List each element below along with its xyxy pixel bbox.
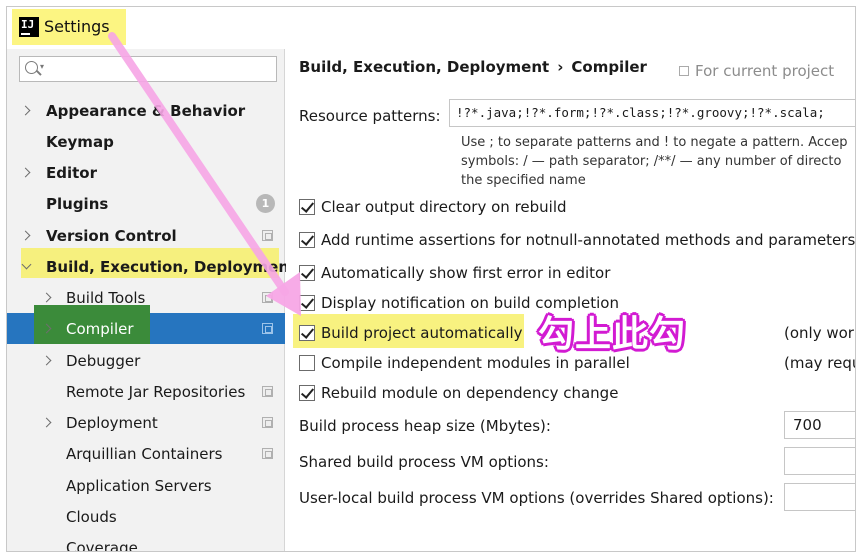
sidebar-item-label: Plugins xyxy=(46,194,109,213)
chevron-right-icon[interactable] xyxy=(42,293,52,303)
checkbox-label: Clear output directory on rebuild xyxy=(321,198,567,216)
for-current-project-label: For current project xyxy=(679,62,834,80)
runtime-assertions-checkbox[interactable] xyxy=(299,232,315,248)
build-automatically-note: (only work xyxy=(784,324,856,342)
sidebar-item-label: Appearance & Behavior xyxy=(46,101,246,120)
breadcrumb: Build, Execution, Deployment › Compiler xyxy=(299,58,647,76)
sidebar-item-label: Build Tools xyxy=(66,288,146,307)
intellij-icon: IJ xyxy=(19,17,39,37)
update-count-badge: 1 xyxy=(256,194,275,213)
checkbox-label: Add runtime assertions for notnull-annot… xyxy=(321,231,856,249)
shared-vm-options-label: Shared build process VM options: xyxy=(299,453,549,471)
annotation-text: 勾上此勾 xyxy=(538,314,687,355)
project-settings-icon xyxy=(262,417,273,428)
project-settings-icon xyxy=(262,230,273,241)
sidebar-item-build-execution-deployment[interactable]: Build, Execution, Deployment xyxy=(7,251,296,282)
chevron-right-icon[interactable] xyxy=(42,324,52,334)
sidebar-item-compiler[interactable]: Compiler xyxy=(7,305,285,344)
clear-output-checkbox[interactable] xyxy=(299,199,315,215)
project-settings-icon xyxy=(262,386,273,397)
rebuild-module-checkbox-row[interactable]: Rebuild module on dependency change xyxy=(299,380,618,406)
heap-size-input[interactable]: 700 xyxy=(784,411,855,439)
sidebar-item-label: Build, Execution, Deployment xyxy=(46,257,297,276)
checkbox-label: Build project automatically xyxy=(321,324,523,342)
sidebar-item-plugins[interactable]: Plugins 1 xyxy=(7,188,285,219)
chevron-right-icon[interactable] xyxy=(42,356,52,366)
sidebar-item-label: Compiler xyxy=(66,319,134,338)
checkbox-label: Rebuild module on dependency change xyxy=(321,384,619,402)
chevron-right-icon[interactable] xyxy=(42,418,52,428)
search-icon xyxy=(25,61,38,74)
sidebar-item-version-control[interactable]: Version Control xyxy=(7,220,285,251)
sidebar-item-editor[interactable]: Editor xyxy=(7,157,285,188)
sidebar-item-coverage[interactable]: Coverage xyxy=(7,532,285,552)
sidebar-item-label: Arquillian Containers xyxy=(66,444,223,463)
sidebar-item-label: Version Control xyxy=(46,226,177,245)
hint-line: Use ; to separate patterns and ! to nega… xyxy=(461,135,848,150)
breadcrumb-separator: › xyxy=(557,58,564,76)
runtime-assertions-checkbox-row[interactable]: Add runtime assertions for notnull-annot… xyxy=(299,227,855,253)
for-current-project-text: For current project xyxy=(695,62,835,80)
show-first-error-checkbox[interactable] xyxy=(299,265,315,281)
build-automatically-checkbox[interactable] xyxy=(299,325,315,341)
sidebar-item-label: Remote Jar Repositories xyxy=(66,382,246,401)
breadcrumb-parent[interactable]: Build, Execution, Deployment xyxy=(299,58,549,76)
sidebar-item-label: Editor xyxy=(46,163,97,182)
show-first-error-checkbox-row[interactable]: Automatically show first error in editor xyxy=(299,260,610,286)
resource-patterns-hint: Use ; to separate patterns and ! to nega… xyxy=(461,133,847,190)
resource-patterns-input[interactable]: !?*.java;!?*.form;!?*.class;!?*.groovy;!… xyxy=(449,99,855,127)
sidebar-item-application-servers[interactable]: Application Servers xyxy=(7,470,285,501)
hint-line: symbols: / — path separator; /**/ — any … xyxy=(461,154,842,169)
shared-vm-options-input[interactable] xyxy=(784,447,855,475)
sidebar-item-label: Application Servers xyxy=(66,476,212,495)
settings-window: IJ Settings ▾ Appearance & Behavior Keym… xyxy=(6,6,856,552)
search-input[interactable] xyxy=(52,59,272,79)
sidebar-item-label: Debugger xyxy=(66,351,141,370)
project-settings-icon xyxy=(262,323,273,334)
parallel-compile-checkbox[interactable] xyxy=(299,355,315,371)
sidebar-item-clouds[interactable]: Clouds xyxy=(7,501,285,532)
sidebar-item-debugger[interactable]: Debugger xyxy=(7,345,285,376)
compiler-settings-panel: Build, Execution, Deployment › Compiler Fo… xyxy=(286,49,856,551)
window-title: Settings xyxy=(44,17,110,36)
chevron-right-icon[interactable] xyxy=(21,231,31,241)
project-settings-icon xyxy=(262,448,273,459)
settings-sidebar: ▾ Appearance & Behavior Keymap Editor Pl… xyxy=(7,49,296,552)
chevron-down-icon[interactable]: ▾ xyxy=(40,62,44,71)
build-notification-checkbox[interactable] xyxy=(299,295,315,311)
sidebar-item-label: Deployment xyxy=(66,413,158,432)
rebuild-module-checkbox[interactable] xyxy=(299,385,315,401)
chevron-right-icon[interactable] xyxy=(21,106,31,116)
build-automatically-checkbox-row[interactable]: Build project automatically xyxy=(299,320,523,346)
sidebar-item-remote-jar-repositories[interactable]: Remote Jar Repositories xyxy=(7,376,285,407)
sidebar-item-label: Coverage xyxy=(66,538,138,552)
sidebar-item-label: Clouds xyxy=(66,507,117,526)
title-bar: IJ Settings xyxy=(7,7,855,49)
parallel-compile-note: (may requ xyxy=(784,354,856,372)
user-vm-options-input[interactable] xyxy=(784,483,855,511)
sidebar-item-deployment[interactable]: Deployment xyxy=(7,407,285,438)
sidebar-item-keymap[interactable]: Keymap xyxy=(7,126,285,157)
breadcrumb-current: Compiler xyxy=(571,58,647,76)
resource-patterns-label: Resource patterns: xyxy=(299,107,441,125)
user-vm-options-label: User-local build process VM options (ove… xyxy=(299,489,774,507)
hint-line: the specified name xyxy=(461,173,586,188)
project-settings-icon xyxy=(262,292,273,303)
sidebar-item-arquillian-containers[interactable]: Arquillian Containers xyxy=(7,438,285,469)
sidebar-item-label: Keymap xyxy=(46,132,114,151)
sidebar-item-appearance-behavior[interactable]: Appearance & Behavior xyxy=(7,95,285,126)
clear-output-checkbox-row[interactable]: Clear output directory on rebuild xyxy=(299,194,567,220)
checkbox-label: Automatically show first error in editor xyxy=(321,264,611,282)
search-box[interactable]: ▾ xyxy=(19,56,277,82)
heap-size-label: Build process heap size (Mbytes): xyxy=(299,417,551,435)
chevron-down-icon[interactable] xyxy=(21,262,31,272)
chevron-right-icon[interactable] xyxy=(21,168,31,178)
project-icon xyxy=(679,66,689,76)
